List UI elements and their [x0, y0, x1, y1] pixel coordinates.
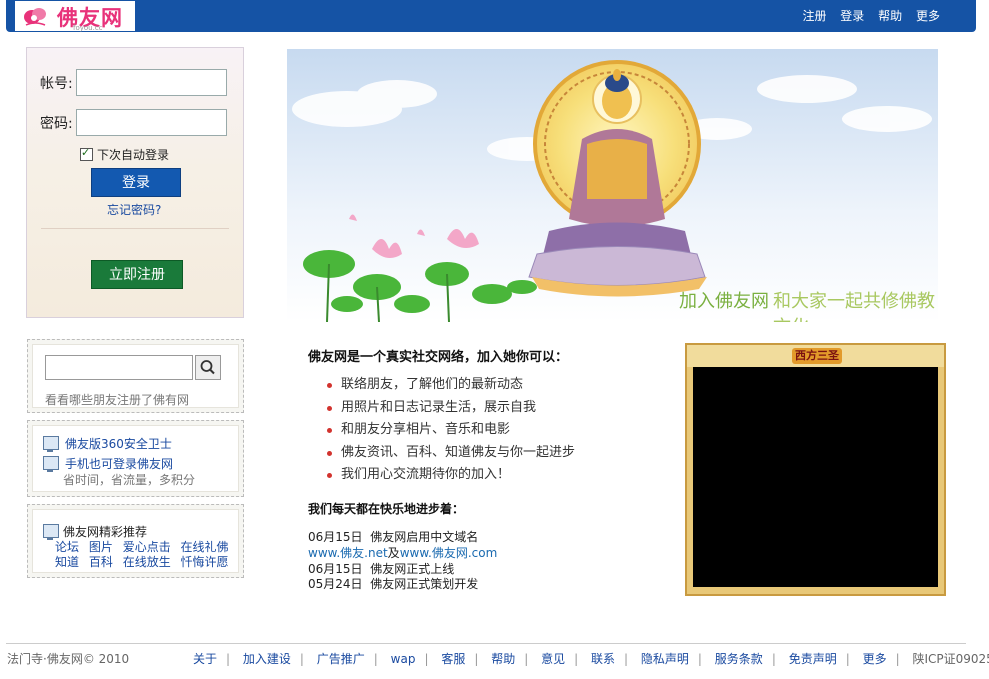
recommend-box: 佛友网精彩推荐 论坛 图片 爱心点击 在线礼佛 知道 百科 在线放生 忏悔许愿	[27, 504, 244, 578]
promo-box: 佛友版360安全卫士 手机也可登录佛友网 省时间，省流量，多积分	[27, 420, 244, 497]
password-label: 密码:	[40, 116, 73, 132]
friend-search-box: 看看哪些朋友注册了佛有网	[27, 339, 244, 413]
intro-list: 联络朋友，了解他们的最新动态 用照片和日志记录生活，展示自我 和朋友分享相片、音…	[327, 376, 575, 489]
footer-links: 关于 | 加入建设 | 广告推广 | wap | 客服 | 帮助 | 意见 | 联系 | 隐私声…	[193, 650, 989, 667]
divider	[41, 228, 229, 229]
footer-link-feedback[interactable]: 意见	[541, 652, 565, 666]
remember-me[interactable]: 下次自动登录	[80, 146, 169, 163]
link-repentance-wish[interactable]: 忏悔许愿	[181, 555, 229, 569]
news-text: 佛友网正式策划开发	[370, 577, 479, 591]
register-button[interactable]: 立即注册	[91, 260, 183, 289]
account-input[interactable]	[76, 69, 227, 96]
list-item: 和朋友分享相片、音乐和电影	[327, 421, 575, 444]
link-online-worship[interactable]: 在线礼佛	[181, 540, 229, 554]
news-item: www.佛友.net及www.佛友网.com	[308, 544, 497, 561]
nav-more[interactable]: 更多	[916, 9, 940, 23]
intro-title: 佛友网是一个真实社交网络，加入她你可以：	[308, 350, 569, 365]
mobile-login-link[interactable]: 手机也可登录佛友网	[65, 455, 173, 472]
progress-title: 我们每天都在快乐地进步着：	[308, 502, 465, 516]
search-hint: 看看哪些朋友注册了佛有网	[45, 393, 190, 407]
domain-link-net[interactable]: www.佛友.net	[308, 546, 388, 560]
copyright: 法门寺·佛友网© 2010	[7, 652, 130, 666]
security-guard-link[interactable]: 佛友版360安全卫士	[65, 435, 172, 452]
friend-search-input[interactable]	[45, 355, 193, 380]
account-label: 帐号:	[40, 76, 73, 92]
phone-icon	[43, 456, 59, 472]
footer-link-privacy[interactable]: 隐私声明	[641, 652, 689, 666]
video-header: 西方三圣	[687, 345, 944, 367]
nav-login[interactable]: 登录	[840, 9, 864, 23]
footer-link-about[interactable]: 关于	[193, 652, 217, 666]
computer-icon	[43, 436, 59, 452]
lotus-logo-icon	[24, 8, 46, 26]
list-item: 用照片和日志记录生活，展示自我	[327, 399, 575, 422]
link-knowledge[interactable]: 知道	[55, 555, 79, 569]
banner-slogan-1: 加入佛友网	[679, 291, 769, 312]
nav-help[interactable]: 帮助	[878, 9, 902, 23]
domain-link-com[interactable]: www.佛友网.com	[400, 546, 498, 560]
list-item: 佛友资讯、百科、知道佛友与你一起进步	[327, 444, 575, 467]
link-forum[interactable]: 论坛	[55, 540, 79, 554]
logo-subtext: foyou.cc	[73, 24, 103, 32]
footer-link-join[interactable]: 加入建设	[243, 652, 291, 666]
promo-inner: 佛友版360安全卫士 手机也可登录佛友网 省时间，省流量，多积分	[32, 425, 239, 492]
recommend-inner: 佛友网精彩推荐 论坛 图片 爱心点击 在线礼佛 知道 百科 在线放生 忏悔许愿	[32, 509, 239, 573]
video-screen[interactable]	[693, 367, 938, 587]
password-input[interactable]	[76, 109, 227, 136]
banner-image: 加入佛友网 和大家一起共修佛教文化	[287, 49, 938, 322]
recommend-links-row2: 知道 百科 在线放生 忏悔许愿	[55, 553, 229, 570]
news-date: 05月24日	[308, 577, 363, 591]
friend-search-inner: 看看哪些朋友注册了佛有网	[32, 344, 239, 408]
link-online-release[interactable]: 在线放生	[123, 555, 171, 569]
news-item: 06月15日 佛友网启用中文域名	[308, 528, 478, 545]
footer-link-contact[interactable]: 联系	[591, 652, 615, 666]
search-icon	[200, 360, 215, 375]
footer-link-help[interactable]: 帮助	[491, 652, 515, 666]
footer-link-wap[interactable]: wap	[391, 652, 416, 666]
banner-slogan-2: 和大家一起共修佛教文化	[773, 291, 935, 322]
news-text: 佛友网正式上线	[370, 562, 455, 576]
news-date: 06月15日	[308, 562, 363, 576]
buddha-illustration	[287, 49, 938, 322]
site-logo[interactable]: 佛友网 foyou.cc	[14, 0, 136, 32]
footer-link-service[interactable]: 客服	[441, 652, 465, 666]
login-button[interactable]: 登录	[91, 168, 181, 197]
link-pictures[interactable]: 图片	[89, 540, 113, 554]
news-date: 06月15日	[308, 530, 363, 544]
document-icon	[43, 524, 59, 540]
forgot-password-link[interactable]: 忘记密码?	[107, 201, 161, 218]
footer-link-terms[interactable]: 服务条款	[715, 652, 763, 666]
link-encyclopedia[interactable]: 百科	[89, 555, 113, 569]
news-item: 05月24日 佛友网正式策划开发	[308, 575, 478, 592]
news-text: 佛友网启用中文域名	[370, 530, 479, 544]
footer-link-disclaimer[interactable]: 免责声明	[789, 652, 837, 666]
link-love-click[interactable]: 爱心点击	[123, 540, 171, 554]
top-nav: 注册 登录 帮助 更多	[792, 7, 940, 24]
remember-checkbox[interactable]	[80, 146, 93, 161]
footer-link-ads[interactable]: 广告推广	[317, 652, 365, 666]
video-player-frame: 西方三圣	[685, 343, 946, 596]
list-item: 我们用心交流期待你的加入！	[327, 466, 575, 489]
search-button[interactable]	[195, 355, 221, 380]
news-and: 及	[387, 546, 400, 560]
list-item: 联络朋友，了解他们的最新动态	[327, 376, 575, 399]
mobile-login-desc: 省时间，省流量，多积分	[63, 473, 196, 487]
login-panel: 帐号: 密码: 下次自动登录 登录 忘记密码? 立即注册	[26, 47, 244, 318]
footer-divider	[6, 643, 966, 644]
top-header-bar: 佛友网 foyou.cc 注册 登录 帮助 更多	[6, 0, 976, 32]
remember-label: 下次自动登录	[97, 148, 170, 162]
footer-link-more[interactable]: 更多	[863, 652, 887, 666]
icp-license: 陕ICP证090254号	[912, 652, 989, 666]
video-title: 西方三圣	[792, 348, 842, 364]
nav-register[interactable]: 注册	[802, 9, 826, 23]
